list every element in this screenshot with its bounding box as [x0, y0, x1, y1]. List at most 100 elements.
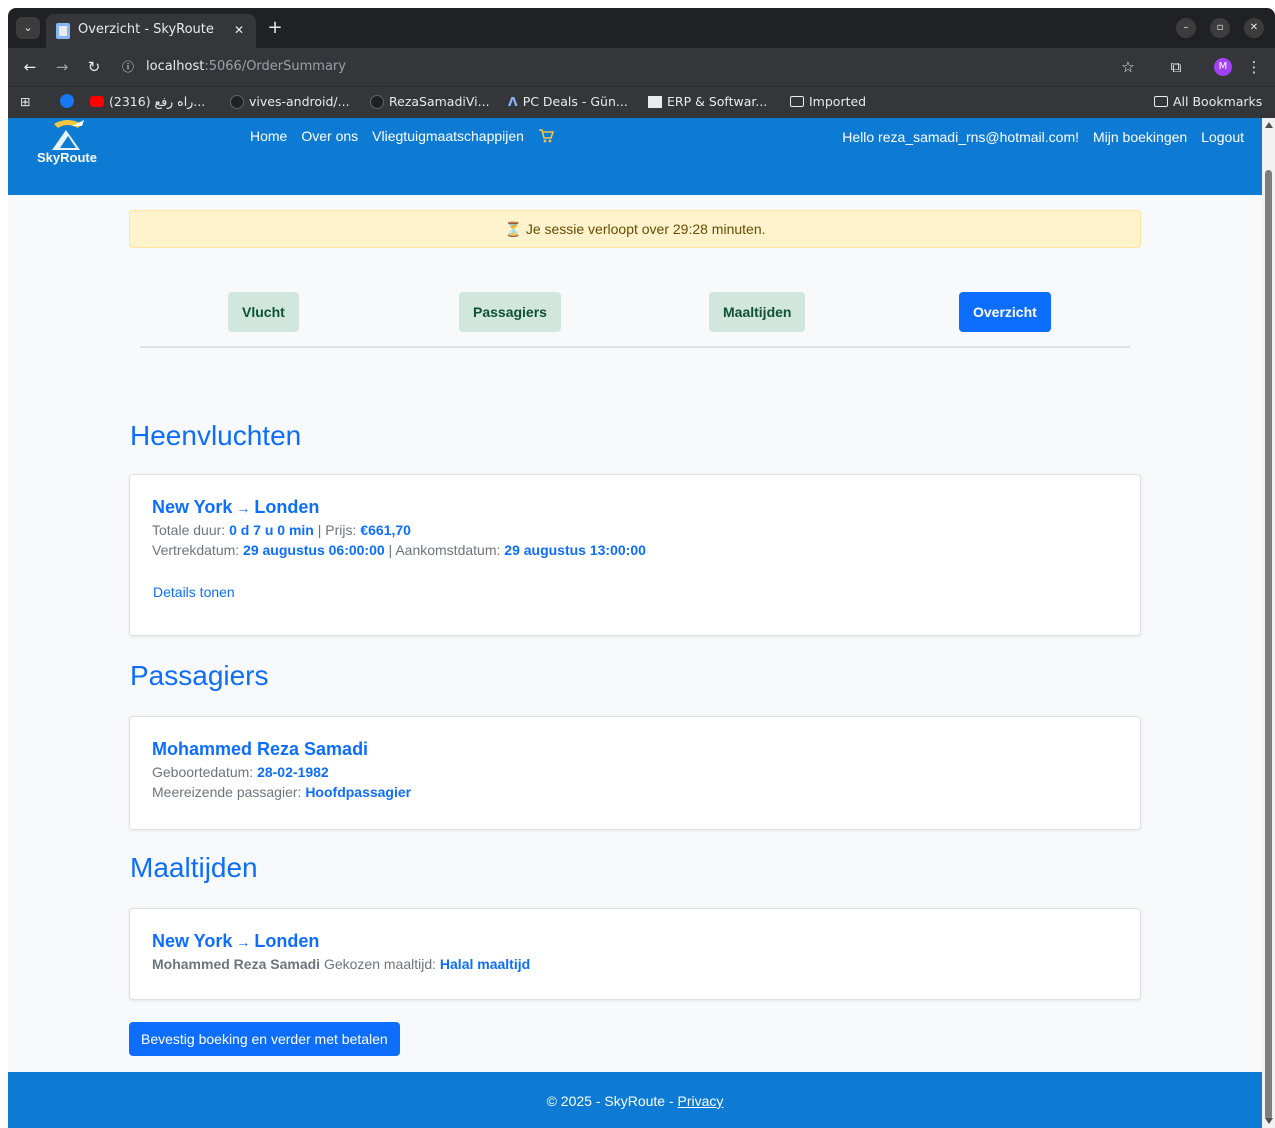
scroll-up-icon[interactable] — [1265, 122, 1273, 128]
flight-duration-price: Totale duur: 0 d 7 u 0 min | Prijs: €661… — [152, 522, 411, 538]
bookmarks-bar: ⊞ (2316) راه رفع... vives-android/... Re… — [8, 86, 1275, 118]
tab-strip: ⌄ Overzicht - SkyRoute ✕ + – ▫ ✕ — [8, 8, 1275, 48]
apps-grid-icon[interactable]: ⊞ — [20, 94, 30, 109]
extensions-icon[interactable]: ⧉ — [1166, 57, 1186, 77]
my-bookings-link[interactable]: Mijn boekingen — [1093, 129, 1187, 145]
passenger-type: Meereizende passagier: Hoofdpassagier — [152, 784, 1118, 800]
dob-label: Geboortedatum: — [152, 764, 254, 780]
bookmark-item[interactable]: Imported — [790, 94, 866, 109]
step-maaltijden[interactable]: Maaltijden — [709, 292, 806, 332]
folder-icon — [790, 96, 804, 107]
footer-copyright: © 2025 - SkyRoute - — [546, 1093, 674, 1109]
site-footer: © 2025 - SkyRoute - Privacy — [8, 1072, 1262, 1128]
flight-origin: New York — [152, 497, 233, 517]
all-bookmarks-button[interactable]: All Bookmarks — [1154, 94, 1262, 109]
bookmark-item[interactable]: RezaSamadiVi... — [370, 94, 490, 109]
bookmark-label: ERP & Softwar... — [667, 94, 768, 109]
page-favicon-icon — [56, 23, 70, 39]
pcdeals-icon: Λ — [508, 94, 518, 109]
meal-passenger: Mohammed Reza Samadi — [152, 956, 321, 972]
tab-title: Overzicht - SkyRoute — [78, 22, 214, 37]
tab-search-button[interactable]: ⌄ — [16, 17, 40, 39]
flight-dates: Vertrekdatum: 29 augustus 06:00:00 | Aan… — [152, 542, 646, 558]
page-scrollbar[interactable] — [1262, 118, 1275, 1128]
privacy-link[interactable]: Privacy — [678, 1093, 724, 1109]
confirm-booking-button[interactable]: Bevestig boeking en verder met betalen — [129, 1022, 400, 1056]
bookmark-star-icon[interactable]: ☆ — [1118, 57, 1138, 77]
profile-avatar[interactable]: M — [1214, 58, 1232, 76]
passenger-type-value: Hoofdpassagier — [305, 784, 412, 800]
plane-logo-icon — [52, 120, 84, 150]
bookmark-item[interactable]: ERP & Softwar... — [648, 94, 767, 109]
bookmark-label: (2316) راه رفع... — [109, 94, 206, 109]
nav-airlines-link[interactable]: Vliegtuigmaatschappijen — [372, 128, 524, 144]
page-viewport: SkyRoute Home Over ons Vliegtuigmaatscha… — [8, 118, 1262, 1128]
facebook-icon — [60, 94, 74, 108]
skyroute-logo[interactable]: SkyRoute — [32, 118, 102, 168]
duration-value: 0 d 7 u 0 min — [229, 522, 314, 538]
flight-route: New York → Londen — [152, 497, 1118, 518]
departure-value: 29 augustus 06:00:00 — [243, 542, 385, 558]
nav-about-link[interactable]: Over ons — [301, 128, 358, 144]
passenger-type-label: Meereizende passagier: — [152, 784, 302, 800]
bookmark-label: RezaSamadiVi... — [389, 94, 490, 109]
bookmark-label: PC Deals - Gün... — [522, 94, 628, 109]
minimize-button[interactable]: – — [1176, 18, 1196, 38]
arrival-label: Aankomstdatum: — [395, 542, 501, 558]
meal-card: New York → Londen Mohammed Reza Samadi Gek… — [129, 908, 1141, 1000]
scroll-down-icon[interactable] — [1265, 1118, 1273, 1124]
bookmark-label: vives-android/... — [249, 94, 350, 109]
youtube-icon — [90, 96, 104, 107]
address-bar[interactable]: ⓘ localhost:5066/OrderSummary — [112, 53, 1152, 81]
arrival-value: 29 augustus 13:00:00 — [504, 542, 646, 558]
flight-destination: Londen — [254, 497, 320, 517]
user-greeting[interactable]: Hello reza_samadi_rns@hotmail.com! — [842, 129, 1079, 145]
all-bookmarks-label: All Bookmarks — [1173, 94, 1263, 109]
bookmark-item[interactable]: (2316) راه رفع... — [90, 94, 205, 109]
folder-icon — [1154, 96, 1168, 107]
logout-link[interactable]: Logout — [1201, 129, 1244, 145]
github-icon — [370, 94, 384, 109]
step-vlucht[interactable]: Vlucht — [228, 292, 299, 332]
meal-destination: Londen — [254, 931, 320, 951]
bookmark-item[interactable]: vives-android/... — [230, 94, 350, 109]
meal-origin: New York — [152, 931, 233, 951]
url-text: localhost:5066/OrderSummary — [146, 59, 346, 74]
passengers-heading: Passagiers — [130, 660, 269, 691]
session-alert: ⏳ Je sessie verloopt over 29:28 minuten. — [129, 210, 1141, 248]
new-tab-button[interactable]: + — [264, 17, 286, 39]
back-button[interactable]: ← — [20, 57, 40, 77]
route-arrow: → — [236, 500, 251, 516]
active-tab[interactable]: Overzicht - SkyRoute ✕ — [46, 14, 256, 48]
passenger-card: Mohammed Reza Samadi Geboortedatum: 28-0… — [129, 716, 1141, 830]
erp-icon — [648, 95, 662, 108]
details-link[interactable]: Details tonen — [153, 584, 235, 600]
meal-value: Halal maaltijd — [439, 956, 531, 972]
departure-label: Vertrekdatum: — [152, 542, 240, 558]
brand-name: SkyRoute — [37, 150, 97, 165]
close-window-button[interactable]: ✕ — [1244, 18, 1264, 38]
nav-home-link[interactable]: Home — [250, 128, 287, 144]
browser-menu-icon[interactable]: ⋮ — [1244, 57, 1264, 77]
step-overzicht[interactable]: Overzicht — [959, 292, 1051, 332]
main-nav: Home Over ons Vliegtuigmaatschappijen — [250, 128, 554, 144]
facebook-bookmark[interactable] — [60, 94, 74, 108]
passenger-name: Mohammed Reza Samadi — [152, 739, 369, 759]
reload-button[interactable]: ↻ — [84, 57, 104, 77]
scroll-thumb[interactable] — [1265, 170, 1272, 1120]
github-icon — [230, 94, 244, 109]
bookmark-item[interactable]: Λ PC Deals - Gün... — [508, 94, 628, 109]
site-info-icon[interactable]: ⓘ — [120, 59, 136, 75]
route-arrow: → — [236, 934, 251, 950]
duration-label: Totale duur: — [152, 522, 226, 538]
step-passagiers[interactable]: Passagiers — [459, 292, 561, 332]
tab-close-icon[interactable]: ✕ — [230, 21, 248, 39]
maximize-button[interactable]: ▫ — [1210, 18, 1230, 38]
meal-route: New York → Londen — [152, 931, 1118, 952]
booking-steps: Vlucht Passagiers Maaltijden Overzicht — [140, 292, 1130, 348]
cart-icon[interactable] — [538, 128, 554, 144]
forward-button[interactable]: → — [52, 57, 72, 77]
browser-window: ⌄ Overzicht - SkyRoute ✕ + – ▫ ✕ ← → ↻ ⓘ… — [8, 8, 1275, 118]
price-label: Prijs: — [325, 522, 357, 538]
site-navbar: SkyRoute Home Over ons Vliegtuigmaatscha… — [8, 118, 1262, 195]
